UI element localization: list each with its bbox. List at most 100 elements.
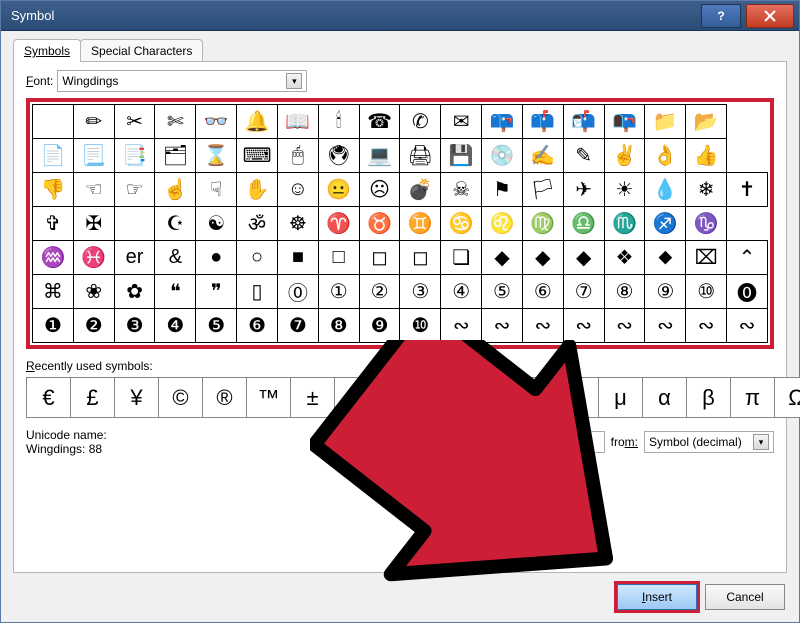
from-select[interactable]: Symbol (decimal) ▾ — [644, 431, 774, 453]
recent-symbol-cell[interactable]: α — [643, 378, 687, 418]
font-select[interactable]: Wingdings ▾ — [57, 70, 307, 92]
symbol-cell[interactable]: ✎ — [563, 139, 604, 173]
symbol-cell[interactable]: ☺ — [277, 173, 318, 207]
symbol-cell[interactable]: 💣 — [400, 173, 441, 207]
recent-symbol-cell[interactable]: © — [159, 378, 203, 418]
recent-symbol-cell[interactable]: € — [27, 378, 71, 418]
symbol-cell[interactable]: ◻ — [359, 241, 400, 275]
symbol-cell[interactable]: ● — [196, 241, 237, 275]
symbol-cell[interactable]: 📖 — [277, 105, 318, 139]
symbol-cell[interactable]: ♒ — [33, 241, 74, 275]
recent-symbol-cell[interactable]: ≠ — [335, 378, 379, 418]
symbol-cell[interactable]: ∾ — [482, 309, 523, 343]
symbol-cell[interactable]: ❄ — [686, 173, 727, 207]
symbol-cell[interactable]: 💿 — [482, 139, 523, 173]
symbol-cell[interactable]: ❷ — [73, 309, 114, 343]
symbol-cell[interactable]: ❀ — [73, 275, 114, 309]
symbol-cell[interactable]: ■ — [277, 241, 318, 275]
help-button[interactable]: ? — [701, 4, 741, 28]
symbol-cell[interactable]: ○ — [237, 241, 278, 275]
symbol-cell[interactable]: ◻ — [400, 241, 441, 275]
recent-symbol-cell[interactable]: £ — [71, 378, 115, 418]
symbol-cell[interactable]: ❼ — [277, 309, 318, 343]
symbol-cell[interactable]: 💻 — [359, 139, 400, 173]
recent-symbol-cell[interactable]: μ — [599, 378, 643, 418]
symbol-cell[interactable]: ✂ — [114, 105, 155, 139]
char-code-input[interactable] — [545, 431, 605, 453]
symbol-cell[interactable]: ⌛ — [196, 139, 237, 173]
symbol-cell[interactable]: ⑩ — [686, 275, 727, 309]
symbol-cell[interactable]: ⓿ — [727, 275, 768, 309]
symbol-cell[interactable]: ⑨ — [645, 275, 686, 309]
symbol-cell[interactable]: ☯ — [196, 207, 237, 241]
symbol-cell[interactable]: ☹ — [359, 173, 400, 207]
symbol-cell[interactable]: ☀ — [604, 173, 645, 207]
symbol-cell[interactable]: ✉ — [441, 105, 482, 139]
symbol-cell[interactable]: ❽ — [318, 309, 359, 343]
symbol-cell[interactable]: ⌧ — [686, 241, 727, 275]
symbol-cell[interactable]: ⑤ — [482, 275, 523, 309]
recent-symbol-cell[interactable]: ≤ — [379, 378, 423, 418]
symbol-cell[interactable]: ❻ — [237, 309, 278, 343]
symbol-cell[interactable]: ✠ — [73, 207, 114, 241]
symbol-cell[interactable]: ∾ — [686, 309, 727, 343]
tab-symbols[interactable]: Symbols — [13, 39, 81, 62]
symbol-cell[interactable]: & — [155, 241, 196, 275]
symbol-cell[interactable]: ☟ — [196, 173, 237, 207]
symbol-cell[interactable]: 💧 — [645, 173, 686, 207]
symbol-cell[interactable]: ॐ — [237, 207, 278, 241]
symbol-cell[interactable]: ♑ — [686, 207, 727, 241]
symbol-cell[interactable]: ❝ — [155, 275, 196, 309]
symbol-cell[interactable]: ☝ — [155, 173, 196, 207]
symbol-cell[interactable]: 📂 — [686, 105, 727, 139]
symbol-cell[interactable]: 🔔 — [237, 105, 278, 139]
symbol-cell[interactable]: ♓ — [73, 241, 114, 275]
symbol-cell[interactable]: ♌ — [482, 207, 523, 241]
symbol-cell[interactable]: ✞ — [33, 207, 74, 241]
symbol-cell[interactable]: ⌃ — [727, 241, 768, 275]
symbol-cell[interactable]: ✄ — [155, 105, 196, 139]
symbol-cell[interactable]: 😐 — [318, 173, 359, 207]
symbol-cell[interactable]: ❖ — [604, 241, 645, 275]
symbol-cell[interactable]: ∾ — [727, 309, 768, 343]
symbol-cell[interactable]: ❸ — [114, 309, 155, 343]
recent-symbol-cell[interactable]: ∞ — [555, 378, 599, 418]
symbol-cell[interactable]: ⑧ — [604, 275, 645, 309]
symbol-cell[interactable]: 🖲 — [318, 139, 359, 173]
symbol-cell[interactable]: ☎ — [359, 105, 400, 139]
symbol-cell[interactable]: ⌘ — [33, 275, 74, 309]
symbol-cell[interactable]: 💾 — [441, 139, 482, 173]
symbol-cell[interactable]: 📬 — [563, 105, 604, 139]
symbol-cell[interactable]: ∾ — [604, 309, 645, 343]
recent-symbol-cell[interactable]: Ω — [775, 378, 800, 418]
symbol-cell[interactable]: □ — [318, 241, 359, 275]
symbol-cell[interactable]: 👓 — [196, 105, 237, 139]
symbol-cell[interactable]: ☜ — [73, 173, 114, 207]
symbol-cell[interactable]: ① — [318, 275, 359, 309]
symbol-cell[interactable]: 📭 — [604, 105, 645, 139]
symbol-cell[interactable]: 👍 — [686, 139, 727, 173]
symbol-cell[interactable] — [33, 105, 74, 139]
symbol-cell[interactable]: ∾ — [441, 309, 482, 343]
symbol-cell[interactable]: ♉ — [359, 207, 400, 241]
symbol-cell[interactable]: ✋ — [237, 173, 278, 207]
symbol-cell[interactable]: 📫 — [522, 105, 563, 139]
symbol-cell[interactable]: ✆ — [400, 105, 441, 139]
recent-symbol-cell[interactable]: ® — [203, 378, 247, 418]
symbol-cell[interactable]: 📪 — [482, 105, 523, 139]
symbol-cell[interactable]: ② — [359, 275, 400, 309]
symbol-cell[interactable]: ∾ — [645, 309, 686, 343]
symbol-cell[interactable]: ∾ — [563, 309, 604, 343]
symbol-cell[interactable]: 📑 — [114, 139, 155, 173]
symbol-cell[interactable]: ④ — [441, 275, 482, 309]
recent-symbol-cell[interactable]: π — [731, 378, 775, 418]
symbol-cell[interactable]: ❹ — [155, 309, 196, 343]
symbol-cell[interactable]: ☸ — [277, 207, 318, 241]
symbol-cell[interactable]: ☠ — [441, 173, 482, 207]
recent-symbol-cell[interactable]: ± — [291, 378, 335, 418]
insert-button[interactable]: Insert — [617, 584, 697, 610]
recent-symbol-cell[interactable]: ™ — [247, 378, 291, 418]
cancel-button[interactable]: Cancel — [705, 584, 785, 610]
symbol-cell[interactable]: 🖨 — [400, 139, 441, 173]
symbol-cell[interactable]: ⌨ — [237, 139, 278, 173]
